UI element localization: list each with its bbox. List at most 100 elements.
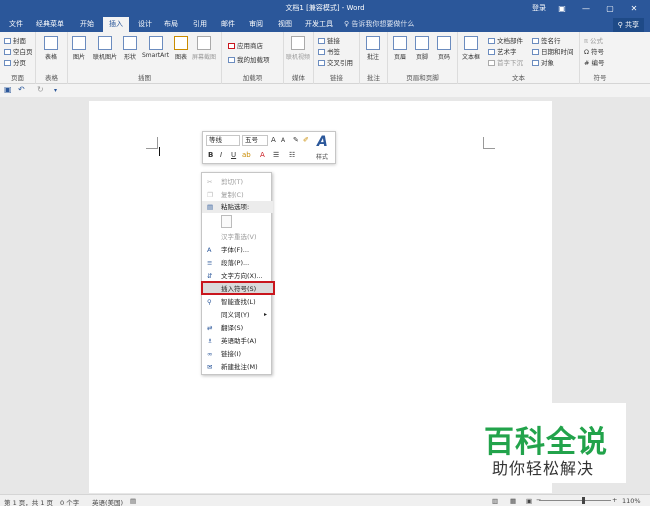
watermark-logo: 百科全说 助你轻松解决 [472, 403, 626, 483]
highlight-icon[interactable]: ab [242, 151, 251, 159]
print-layout-icon[interactable]: ▦ [510, 497, 516, 505]
picture-button[interactable]: 图片 [72, 36, 86, 61]
smartart-button[interactable]: SmartArt [142, 36, 169, 59]
underline-button[interactable]: U [231, 151, 236, 159]
menu-item-synonyms[interactable]: 同义词(Y) ▸ [202, 309, 273, 321]
signature-line-button[interactable]: 签名行 [532, 35, 561, 45]
styles-icon[interactable]: A [317, 134, 328, 150]
quick-parts-button[interactable]: 文档部件 [488, 35, 523, 45]
paste-keep-text-icon[interactable] [221, 215, 232, 228]
shapes-label: 形状 [123, 54, 136, 61]
margin-corner-top-left [146, 137, 158, 149]
italic-button[interactable]: I [220, 151, 222, 159]
drop-cap-button[interactable]: 首字下沉 [488, 57, 523, 67]
tab-mailings[interactable]: 邮件 [221, 19, 235, 29]
undo-icon[interactable]: ↶ [18, 85, 25, 94]
group-comments: 批注 批注 [360, 32, 388, 84]
menu-item-copy[interactable]: ❐ 复制(C) [202, 189, 273, 201]
online-picture-button[interactable]: 联机图片 [93, 36, 117, 61]
menu-item-smart-lookup[interactable]: ⚲ 智能查找(L) [202, 296, 273, 308]
zoom-slider[interactable] [539, 500, 611, 501]
date-time-button[interactable]: 日期和时间 [532, 46, 574, 56]
customize-qat-icon[interactable]: ▾ [54, 87, 57, 94]
redo-icon[interactable]: ↻ [37, 85, 44, 94]
blank-page-button[interactable]: 空白页 [4, 46, 33, 56]
tab-review[interactable]: 审阅 [249, 19, 263, 29]
menu-item-reconvert[interactable]: 汉字重选(V) [202, 231, 273, 243]
chart-button[interactable]: 图表 [174, 36, 188, 61]
share-button[interactable]: ⚲ 共享 [612, 18, 644, 32]
zoom-in-icon[interactable]: + [612, 496, 617, 504]
screenshot-button[interactable]: 屏幕截图 [192, 36, 216, 61]
zoom-slider-handle[interactable] [582, 497, 585, 504]
login-link[interactable]: 登录 [532, 3, 546, 13]
store-button[interactable]: 应用商店 [228, 40, 263, 50]
tab-insert[interactable]: 插入 [103, 17, 129, 32]
zoom-level[interactable]: 110% [622, 497, 641, 505]
tab-file[interactable]: 文件 [9, 19, 23, 29]
shapes-button[interactable]: 形状 [123, 36, 137, 61]
language[interactable]: 英语(美国) [92, 497, 123, 506]
menu-item-cut[interactable]: ✂ 剪切(T) [202, 176, 273, 188]
header-button[interactable]: 页眉 [393, 36, 407, 61]
read-mode-icon[interactable]: ▥ [492, 497, 498, 505]
table-button[interactable]: 表格 [44, 36, 58, 61]
clear-format-icon[interactable]: ✐ [303, 136, 309, 144]
font-size-select[interactable]: 五号 [242, 135, 268, 146]
numbering-icon[interactable]: ☷ [289, 151, 295, 159]
shrink-font-button[interactable]: A [281, 137, 285, 144]
font-color-icon[interactable]: A [260, 151, 265, 159]
menu-item-paragraph[interactable]: ≡ 段落(P)... [202, 257, 273, 269]
page-number-button[interactable]: 页码 [437, 36, 451, 61]
tab-developer[interactable]: 开发工具 [305, 19, 333, 29]
macro-icon[interactable]: ▤ [130, 497, 136, 505]
my-addins-button[interactable]: 我的加载项 [228, 54, 270, 64]
tab-home[interactable]: 开始 [80, 19, 94, 29]
cross-reference-button[interactable]: 交叉引用 [318, 57, 353, 67]
tell-me-search[interactable]: ♀ 告诉我你想要做什么 [344, 19, 414, 29]
menu-item-font[interactable]: A 字体(F)... [202, 244, 273, 256]
tab-references[interactable]: 引用 [193, 19, 207, 29]
menu-item-english-assistant[interactable]: ♗ 英语助手(A) [202, 335, 273, 347]
comment-button[interactable]: 批注 [366, 36, 380, 61]
close-button[interactable]: ✕ [622, 1, 646, 15]
equation-button[interactable]: π 公式 [584, 35, 603, 45]
word-count[interactable]: 0 个字 [60, 497, 79, 506]
menu-label: 剪切(T) [221, 178, 244, 186]
bold-button[interactable]: B [208, 151, 213, 159]
cover-page-button[interactable]: 封面 [4, 35, 26, 45]
menu-item-new-comment[interactable]: ✉ 新建批注(M) [202, 361, 273, 373]
grow-font-button[interactable]: A [271, 136, 276, 144]
menu-label: 粘贴选项: [221, 203, 250, 211]
ribbon-display-icon[interactable]: ▣ [550, 1, 574, 15]
store-icon [228, 43, 235, 49]
minimize-button[interactable]: — [574, 1, 598, 15]
page-break-button[interactable]: 分页 [4, 57, 26, 67]
group-label-tables: 表格 [45, 74, 58, 82]
web-layout-icon[interactable]: ▣ [526, 497, 532, 505]
tab-view[interactable]: 视图 [278, 19, 292, 29]
save-icon[interactable]: ▣ [4, 85, 12, 94]
tab-layout[interactable]: 布局 [164, 19, 178, 29]
bookmark-button[interactable]: 书签 [318, 46, 340, 56]
font-name-select[interactable]: 等线 [206, 135, 240, 146]
numbering-button[interactable]: # 编号 [584, 57, 605, 67]
format-painter-icon[interactable]: ✎ [293, 136, 299, 144]
page-break-label: 分页 [13, 59, 26, 67]
tab-classic-menu[interactable]: 经典菜单 [36, 19, 64, 29]
bullets-icon[interactable]: ☰ [273, 151, 279, 159]
link-button[interactable]: 链接 [318, 35, 340, 45]
symbol-button[interactable]: Ω 符号 [584, 46, 604, 56]
page-count[interactable]: 第 1 页，共 1 页 [4, 497, 53, 506]
footer-button[interactable]: 页脚 [415, 36, 429, 61]
wordart-button[interactable]: 艺术字 [488, 46, 517, 56]
tab-design[interactable]: 设计 [138, 19, 152, 29]
online-video-button[interactable]: 联机视频 [286, 36, 310, 61]
link-icon: ∞ [207, 350, 213, 358]
textbox-button[interactable]: 文本框 [462, 36, 480, 61]
menu-item-translate[interactable]: ⇄ 翻译(S) [202, 322, 273, 334]
object-button[interactable]: 对象 [532, 57, 554, 67]
menu-item-link[interactable]: ∞ 链接(I) [202, 348, 273, 360]
group-media: 联机视频 媒体 [284, 32, 314, 84]
maximize-button[interactable]: ▢ [598, 1, 622, 15]
